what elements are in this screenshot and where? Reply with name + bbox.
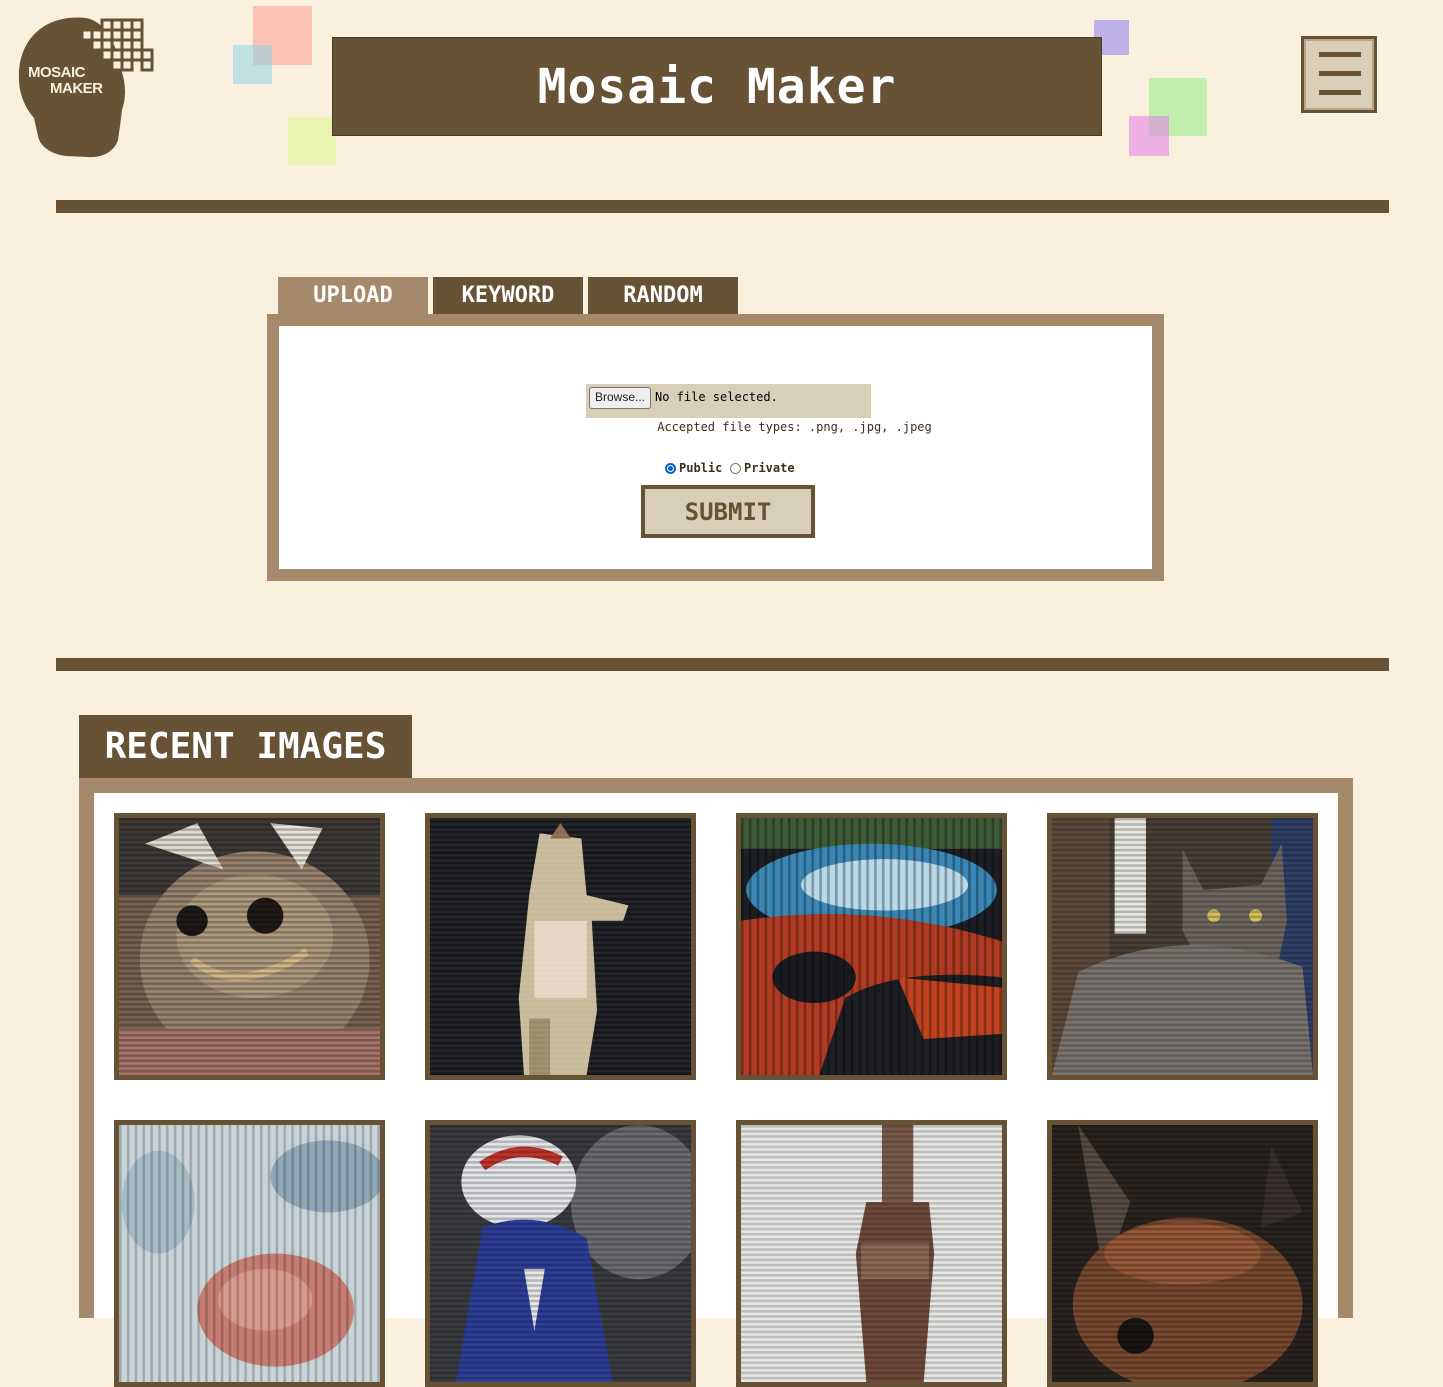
accepted-file-types-text: Accepted file types: .png, .jpg, .jpeg [657,420,932,434]
recent-images-grid [94,793,1338,1387]
tab-upload[interactable]: UPLOAD [278,277,428,314]
site-title: Mosaic Maker [537,58,897,115]
browse-button[interactable]: Browse... [589,387,652,409]
recent-image-thumbnail[interactable] [1047,813,1318,1080]
upload-panel: Browse... No file selected. Accepted fil… [267,314,1164,581]
file-status-text: No file selected. [655,390,778,404]
private-radio[interactable] [730,462,741,474]
divider [56,658,1389,671]
hamburger-menu-button[interactable] [1301,36,1377,113]
decorative-square [1129,116,1169,156]
recent-image-thumbnail[interactable] [736,813,1007,1080]
recent-image-thumbnail[interactable] [736,1120,1007,1387]
tab-random[interactable]: RANDOM [588,277,738,314]
dark-cat-mosaic-image [1052,1125,1313,1382]
bottle-mosaic-image [741,1125,1002,1382]
site-title-banner: Mosaic Maker [332,37,1102,136]
file-input[interactable]: Browse... No file selected. [586,384,871,418]
cat-costume-mosaic-image [119,818,380,1075]
recent-image-thumbnail[interactable] [425,1120,696,1387]
decorative-square [288,117,336,165]
mosaic-maker-logo[interactable]: MOSAIC MAKER [18,14,158,158]
upload-form: Browse... No file selected. Accepted fil… [279,326,1152,569]
recent-image-thumbnail[interactable] [425,813,696,1080]
recent-images-panel [79,778,1353,1387]
tabby-cat-mosaic-image [1052,818,1313,1075]
flowers-mosaic-image [119,1125,380,1382]
private-label: Private [744,461,795,475]
divider [56,200,1389,213]
submit-button[interactable]: SUBMIT [641,485,815,538]
recent-image-thumbnail[interactable] [114,813,385,1080]
tab-keyword[interactable]: KEYWORD [433,277,583,314]
recent-image-thumbnail[interactable] [1047,1120,1318,1387]
public-option[interactable]: Public [665,461,722,475]
public-label: Public [679,461,723,475]
recent-images-heading: RECENT IMAGES [79,715,412,778]
red-car-mosaic-image [741,818,1002,1075]
logo-text-line2: MAKER [50,80,103,97]
decorative-square [233,45,272,84]
football-player-mosaic-image [430,1125,691,1382]
accepted-file-types: Accepted file types: .png, .jpg, .jpeg [279,420,1152,434]
standing-cat-mosaic-image [430,818,691,1075]
recent-image-thumbnail[interactable] [114,1120,385,1387]
public-radio[interactable] [665,462,676,474]
logo-text-line1: MOSAIC [28,64,86,81]
private-option[interactable]: Private [730,461,795,475]
